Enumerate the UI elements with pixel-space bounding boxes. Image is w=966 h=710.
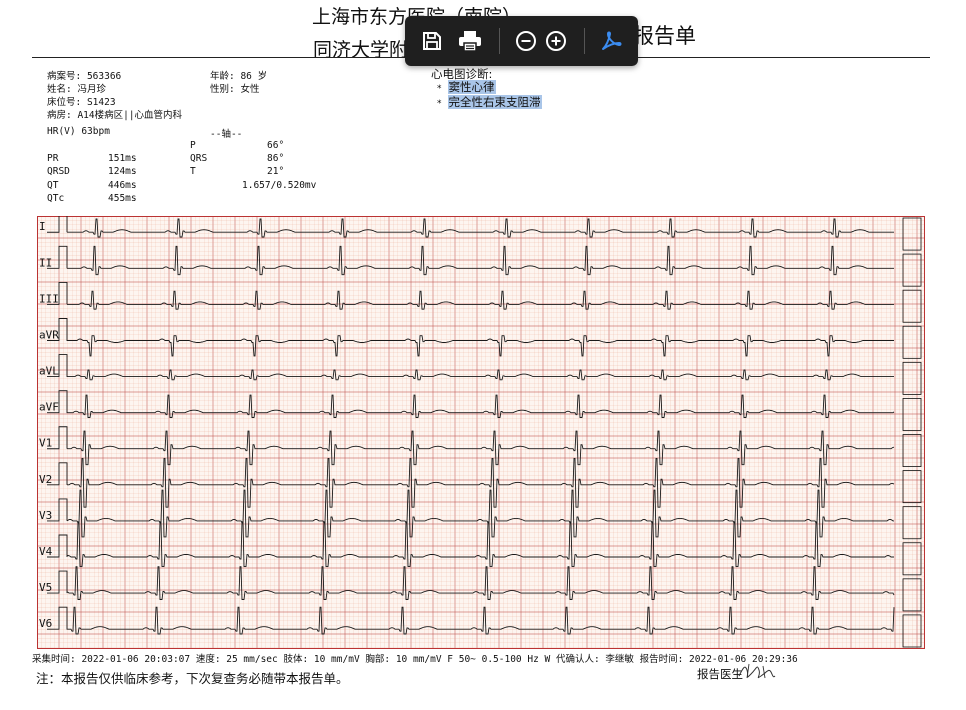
pr-label: PR xyxy=(47,153,59,164)
acquisition-info: 采集时间: 2022-01-06 20:03:07 速度: 25 mm/sec … xyxy=(32,654,798,665)
pdf-toolbar xyxy=(405,16,638,66)
t-axis-value: 21° xyxy=(267,166,285,177)
p-axis-label: P xyxy=(190,140,196,151)
qt-value: 446ms xyxy=(108,180,137,191)
lead-label: V5 xyxy=(39,581,52,594)
diagnosis-text: 完全性右束支阻滞 xyxy=(447,95,542,109)
acrobat-icon[interactable] xyxy=(596,26,626,56)
p-axis-value: 66° xyxy=(267,140,285,151)
axis-title: --轴-- xyxy=(210,129,243,140)
qt-label: QT xyxy=(47,180,59,191)
heart-rate: HR(V) 63bpm xyxy=(47,126,110,137)
qtc-label: QTc xyxy=(47,193,65,204)
ward: 病房: A14楼病区||心血管内科 xyxy=(47,110,183,121)
lead-label: V2 xyxy=(39,473,52,486)
report-note: 注：本报告仅供临床参考，下次复查务必随带本报告单。 xyxy=(36,671,349,686)
diagnosis-text: 窦性心律 xyxy=(447,80,496,94)
lead-label: V1 xyxy=(39,437,52,450)
pr-value: 151ms xyxy=(108,153,137,164)
lead-label: V4 xyxy=(39,545,53,558)
hospital-subtitle-right: 报告单 xyxy=(633,24,696,48)
patient-name: 姓名: 冯月珍 xyxy=(47,84,106,95)
lead-label: V6 xyxy=(39,617,52,630)
qrs-axis-value: 86° xyxy=(267,153,285,164)
qrsd-value: 124ms xyxy=(108,166,137,177)
print-icon[interactable] xyxy=(455,26,485,56)
qrsd-label: QRSD xyxy=(47,166,70,177)
rv-sv-value: 1.657/0.520mv xyxy=(242,180,317,191)
toolbar-separator xyxy=(499,28,500,54)
bullet: * xyxy=(437,99,442,109)
qrs-axis-label: QRS xyxy=(190,153,208,164)
lead-label: III xyxy=(39,292,59,305)
lead-label: I xyxy=(39,220,46,233)
lead-label: aVL xyxy=(39,365,59,378)
zoom-out-icon[interactable] xyxy=(511,26,541,56)
doctor-signature xyxy=(738,663,776,679)
toolbar-separator xyxy=(584,28,585,54)
zoom-in-icon[interactable] xyxy=(541,26,571,56)
ecg-waveform-chart: IIIIIIaVRaVLaVFV1V2V3V4V5V6 xyxy=(37,216,925,649)
lead-label: II xyxy=(39,256,52,269)
bullet: * xyxy=(437,84,442,94)
lead-label: V3 xyxy=(39,509,52,522)
patient-age: 年龄: 86 岁 xyxy=(210,71,268,82)
diagnosis-item: * 窦性心律 xyxy=(437,79,496,95)
t-axis-label: T xyxy=(190,166,196,177)
bed-number: 床位号: S1423 xyxy=(47,97,116,108)
save-icon[interactable] xyxy=(417,26,447,56)
case-number: 病案号: 563366 xyxy=(47,71,122,82)
patient-sex: 性别: 女性 xyxy=(210,84,260,95)
diagnosis-item: * 完全性右束支阻滞 xyxy=(437,94,542,110)
qtc-value: 455ms xyxy=(108,193,137,204)
lead-label: aVF xyxy=(39,401,59,414)
lead-label: aVR xyxy=(39,328,59,341)
